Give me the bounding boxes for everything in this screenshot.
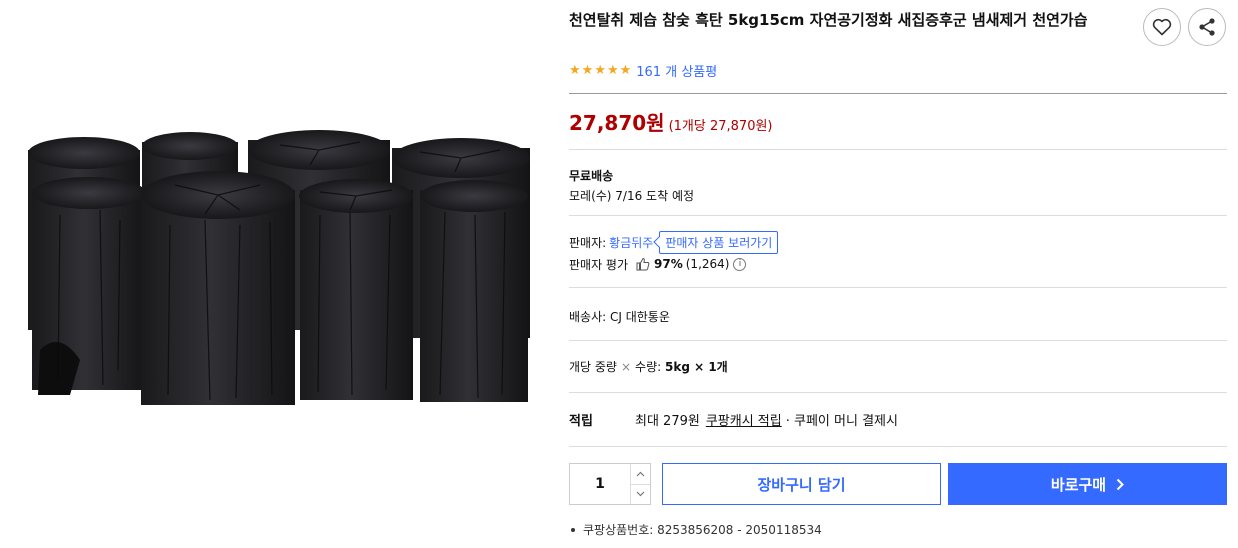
title-row: 천연탈취 제습 참숯 흑탄 5kg15cm 자연공기정화 새집증후군 냄새제거 …: [569, 8, 1139, 32]
seller-rating-label: 판매자 평가: [569, 257, 629, 272]
quantity-increase-button[interactable]: [631, 464, 650, 484]
carrier-info: 배송사: CJ 대한통운: [569, 310, 670, 324]
add-to-cart-button[interactable]: 장바구니 담기: [662, 463, 941, 505]
star-icon: ★: [606, 62, 619, 78]
buy-now-button[interactable]: 바로구매: [948, 463, 1227, 505]
price-row: 27,870원 (1개당 27,870원): [569, 107, 773, 136]
star-icon: ★: [581, 62, 594, 78]
product-info-panel: 천연탈취 제습 참숯 흑탄 5kg15cm 자연공기정화 새집증후군 냄새제거 …: [569, 0, 1227, 548]
chevron-up-icon: [636, 471, 645, 477]
purchase-row: 장바구니 담기 바로구매: [569, 463, 1227, 505]
divider: [569, 215, 1227, 216]
share-button[interactable]: [1188, 8, 1226, 46]
reward-row: 적립 최대 279원 쿠팡캐시 적립 · 쿠페이 머니 결제시: [569, 410, 898, 429]
seller-label: 판매자:: [569, 235, 607, 250]
divider: [569, 93, 1227, 94]
rating-row: ★ ★ ★ ★ ★ 161 개 상품평: [569, 61, 717, 81]
star-rating: ★ ★ ★ ★ ★: [569, 63, 631, 79]
seller-rating-line: 판매자 평가 97% (1,264) i: [569, 253, 778, 275]
product-image: [0, 0, 556, 548]
shipping-title: 무료배송: [569, 169, 614, 183]
weight-info: 개당 중량 × 수량: 5kg × 1개: [569, 358, 728, 375]
product-title: 천연탈취 제습 참숯 흑탄 5kg15cm 자연공기정화 새집증후군 냄새제거 …: [569, 11, 1088, 29]
divider: [569, 287, 1227, 288]
seller-rating-percent: 97%: [654, 257, 683, 271]
quantity-decrease-button[interactable]: [631, 483, 650, 505]
reward-suffix: · 쿠페이 머니 결제시: [785, 414, 898, 429]
buy-now-label: 바로구매: [1050, 475, 1107, 494]
chevron-right-icon: [1116, 478, 1125, 490]
product-number-text: 쿠팡상품번호: 8253856208 - 2050118534: [583, 523, 822, 537]
star-icon: ★: [594, 62, 606, 78]
reward-amount: 최대 279원: [635, 414, 700, 429]
view-seller-products-button[interactable]: 판매자 상품 보러가기: [659, 230, 779, 254]
divider: [569, 149, 1227, 150]
bullet: [571, 527, 575, 532]
star-icon: ★: [569, 62, 581, 78]
coupang-cash-link[interactable]: 쿠팡캐시 적립: [706, 410, 782, 429]
chevron-down-icon: [636, 491, 645, 497]
quantity-input[interactable]: [570, 464, 630, 504]
weight-value: 5kg × 1개: [665, 360, 728, 374]
divider: [569, 340, 1227, 341]
quantity-label: 수량:: [635, 360, 662, 374]
product-number: 쿠팡상품번호: 8253856208 - 2050118534: [569, 521, 822, 538]
wishlist-button[interactable]: [1143, 8, 1181, 46]
seller-name-link[interactable]: 황금뒤주: [609, 234, 653, 251]
thumbs-up-icon: [636, 257, 650, 271]
info-icon[interactable]: i: [733, 257, 747, 271]
star-icon: ★: [619, 62, 632, 78]
share-icon: [1199, 18, 1215, 36]
shipping-info: 무료배송 모레(수) 7/16 도착 예정: [569, 166, 694, 206]
quantity-stepper: [569, 463, 651, 505]
seller-info: 판매자: 황금뒤주 판매자 상품 보러가기 판매자 평가 97% (1,264)…: [569, 230, 779, 275]
unit-price: (1개당 27,870원): [668, 119, 773, 134]
seller-rating-count: (1,264): [685, 257, 730, 271]
weight-prefix: 개당 중량: [569, 360, 617, 374]
divider: [569, 392, 1227, 393]
times-symbol: ×: [620, 360, 632, 374]
charcoal-illustration: [28, 130, 530, 405]
reward-label: 적립: [569, 414, 593, 429]
review-count-link[interactable]: 161 개 상품평: [636, 61, 717, 80]
divider: [569, 446, 1227, 447]
sale-price: 27,870원: [569, 111, 665, 135]
arrival-date: 모레(수) 7/16 도착 예정: [569, 189, 695, 203]
quantity-arrows: [630, 464, 650, 504]
heart-icon: [1152, 18, 1172, 36]
seller-line: 판매자: 황금뒤주 판매자 상품 보러가기: [569, 230, 779, 254]
